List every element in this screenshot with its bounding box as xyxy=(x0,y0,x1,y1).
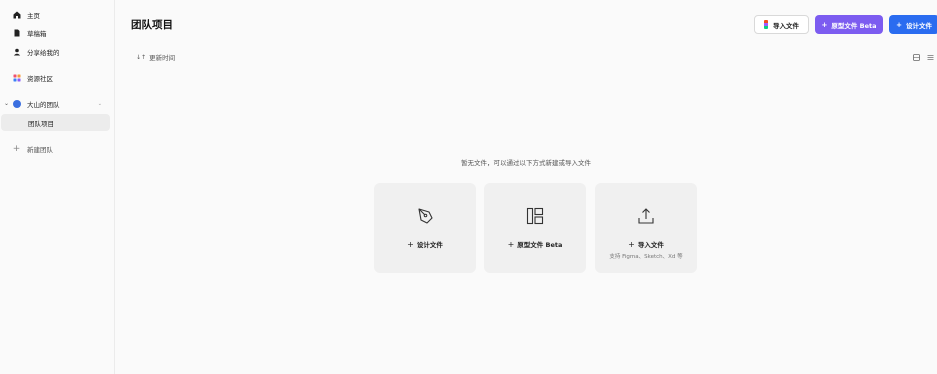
new-prototype-button[interactable]: + 原型文件 Beta xyxy=(815,15,883,34)
new-design-button[interactable]: + 设计文件 xyxy=(889,15,937,34)
new-design-label: 设计文件 xyxy=(905,21,932,30)
page-title: 团队项目 xyxy=(131,19,173,31)
home-icon xyxy=(12,10,21,19)
sidebar-item-new-team[interactable]: + 新建团队 xyxy=(1,140,110,157)
sidebar: 主页 草稿箱 分享给我的 资源社区 ⌄ 大山的团队 ⌄ 团队项目 + 新建团队 xyxy=(0,0,115,374)
sidebar-item-shared[interactable]: 分享给我的 xyxy=(1,43,110,60)
sort-icon: ↓↑ xyxy=(136,53,147,61)
team-avatar-icon xyxy=(12,99,21,108)
list-view-icon[interactable] xyxy=(926,53,934,61)
new-prototype-card[interactable]: + 原型文件 Beta xyxy=(484,183,586,273)
layout-icon xyxy=(484,207,586,225)
chevron-down-icon[interactable]: ⌄ xyxy=(4,100,9,107)
new-design-card-label: + 设计文件 xyxy=(407,240,443,249)
grid-icon xyxy=(12,73,21,82)
import-file-card[interactable]: + 导入文件 支持 Figma、Sketch、Xd 等 xyxy=(595,183,697,273)
grid-view-icon[interactable] xyxy=(912,53,920,61)
import-file-card-label: + 导入文件 xyxy=(628,240,664,249)
sidebar-item-drafts[interactable]: 草稿箱 xyxy=(1,24,110,41)
sidebar-item-label: 新建团队 xyxy=(27,145,53,154)
sidebar-item-team[interactable]: ⌄ 大山的团队 ⌄ xyxy=(1,95,110,112)
plus-icon: + xyxy=(821,20,828,29)
new-design-card[interactable]: + 设计文件 xyxy=(374,183,476,273)
sidebar-item-label: 主页 xyxy=(27,11,40,20)
sidebar-item-label: 大山的团队 xyxy=(27,100,60,109)
sidebar-item-label: 资源社区 xyxy=(27,74,53,83)
sort-label: 更新时间 xyxy=(149,54,176,62)
sidebar-item-label: 草稿箱 xyxy=(27,29,47,38)
plus-icon: + xyxy=(12,143,21,154)
sidebar-item-label: 分享给我的 xyxy=(27,48,60,57)
upload-icon xyxy=(595,207,697,225)
import-file-button[interactable]: 导入文件 xyxy=(754,15,809,34)
more-icon[interactable]: ⌄ xyxy=(98,101,102,107)
pen-tool-icon xyxy=(374,207,476,225)
plus-icon: + xyxy=(896,20,902,29)
new-prototype-card-label: + 原型文件 Beta xyxy=(507,240,563,249)
sidebar-item-team-projects[interactable]: 团队项目 xyxy=(1,114,110,131)
sidebar-item-home[interactable]: 主页 xyxy=(1,6,110,23)
sidebar-item-label: 团队项目 xyxy=(28,119,54,128)
empty-state-message: 暂无文件，可以通过以下方式新建或导入文件 xyxy=(461,159,591,167)
import-file-label: 导入文件 xyxy=(773,21,799,30)
import-formats-hint: 支持 Figma、Sketch、Xd 等 xyxy=(609,254,683,260)
new-prototype-label: 原型文件 Beta xyxy=(831,21,877,30)
figma-icon xyxy=(764,20,769,29)
user-icon xyxy=(12,47,21,56)
file-icon xyxy=(12,28,21,37)
sort-dropdown[interactable]: ↓↑ 更新时间 xyxy=(136,52,176,63)
sidebar-item-community[interactable]: 资源社区 xyxy=(1,69,110,86)
main-content: 团队项目 导入文件 + 原型文件 Beta + 设计文件 ↓↑ 更新时间 暂无文… xyxy=(115,0,937,374)
